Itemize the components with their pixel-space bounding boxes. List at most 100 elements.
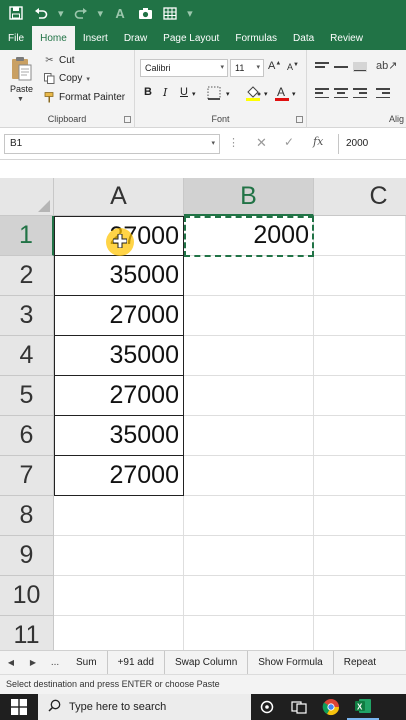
sheet-tab-91-add[interactable]: +91 add: [108, 650, 165, 675]
paste-button[interactable]: Paste: [10, 84, 33, 94]
cell-a2[interactable]: 35000: [54, 256, 184, 296]
cell-a6[interactable]: 35000: [54, 416, 184, 456]
sheet-tab-show-formula[interactable]: Show Formula: [248, 650, 334, 675]
align-center-icon[interactable]: [334, 88, 348, 98]
next-sheet-icon[interactable]: ▶: [22, 658, 44, 667]
taskbar-search-box[interactable]: Type here to search: [38, 694, 251, 720]
formula-input[interactable]: 2000: [338, 134, 406, 154]
cell-a7[interactable]: 27000: [54, 456, 184, 496]
paste-icon[interactable]: [10, 56, 32, 82]
cell-b9[interactable]: [184, 536, 314, 576]
enter-icon[interactable]: ✓: [284, 135, 294, 149]
sheet-tab-swap-column[interactable]: Swap Column: [165, 650, 249, 675]
tab-review[interactable]: Review: [322, 26, 371, 50]
align-middle-icon[interactable]: [334, 62, 348, 72]
more-sheets-button[interactable]: ...: [44, 657, 66, 668]
row-header-1[interactable]: 1: [0, 216, 54, 256]
cell-a5[interactable]: 27000: [54, 376, 184, 416]
undo-icon[interactable]: [33, 5, 49, 21]
cell-c8[interactable]: [314, 496, 406, 536]
format-painter-button[interactable]: Format Painter: [44, 92, 125, 103]
column-header-c[interactable]: C: [314, 178, 406, 216]
cell-c5[interactable]: [314, 376, 406, 416]
chrome-icon[interactable]: [315, 694, 347, 720]
font-size-select[interactable]: 11 ▾: [230, 59, 264, 77]
row-header-8[interactable]: 8: [0, 496, 54, 536]
cell-b8[interactable]: [184, 496, 314, 536]
task-view-icon[interactable]: [251, 694, 283, 720]
cell-c7[interactable]: [314, 456, 406, 496]
tab-page-layout[interactable]: Page Layout: [155, 26, 227, 50]
excel-taskbar-icon[interactable]: X: [347, 694, 379, 720]
increase-font-size-icon[interactable]: A▲: [268, 60, 281, 72]
align-left-icon[interactable]: [315, 88, 329, 98]
tab-insert[interactable]: Insert: [75, 26, 116, 50]
row-header-2[interactable]: 2: [0, 256, 54, 296]
cell-c9[interactable]: [314, 536, 406, 576]
font-color-dropdown-icon[interactable]: ▾: [292, 90, 296, 98]
redo-dropdown-icon[interactable]: ▾: [98, 7, 104, 20]
cell-a8[interactable]: [54, 496, 184, 536]
table-icon[interactable]: [162, 5, 178, 21]
cell-b10[interactable]: [184, 576, 314, 616]
name-box[interactable]: B1 ▾: [4, 134, 220, 154]
tab-draw[interactable]: Draw: [116, 26, 155, 50]
redo-icon[interactable]: [73, 5, 89, 21]
cell-b2[interactable]: [184, 256, 314, 296]
formula-bar-grip-icon[interactable]: ⋮: [228, 136, 240, 149]
camera-icon[interactable]: [137, 5, 153, 21]
cell-a9[interactable]: [54, 536, 184, 576]
align-right-icon[interactable]: [353, 88, 367, 98]
row-header-5[interactable]: 5: [0, 376, 54, 416]
windows-start-icon[interactable]: [0, 694, 38, 720]
row-header-11[interactable]: 11: [0, 616, 54, 650]
fill-color-icon[interactable]: [244, 84, 262, 102]
row-header-9[interactable]: 9: [0, 536, 54, 576]
decrease-font-size-icon[interactable]: A▼: [287, 62, 299, 72]
cut-button[interactable]: ✂ Cut: [44, 55, 74, 66]
bold-button[interactable]: B: [144, 86, 152, 98]
cell-a4[interactable]: 35000: [54, 336, 184, 376]
cell-b6[interactable]: [184, 416, 314, 456]
cell-a3[interactable]: 27000: [54, 296, 184, 336]
align-bottom-icon[interactable]: [353, 62, 367, 72]
row-header-4[interactable]: 4: [0, 336, 54, 376]
font-name-select[interactable]: Calibri ▾: [140, 59, 228, 77]
select-all-button[interactable]: [0, 178, 54, 216]
font-color-a-icon[interactable]: A: [112, 5, 128, 21]
save-icon[interactable]: [8, 5, 24, 21]
prev-sheet-icon[interactable]: ◀: [0, 658, 22, 667]
cell-a10[interactable]: [54, 576, 184, 616]
cell-b11[interactable]: [184, 616, 314, 650]
cell-c10[interactable]: [314, 576, 406, 616]
paste-dropdown-icon[interactable]: ▼: [17, 96, 24, 103]
row-header-6[interactable]: 6: [0, 416, 54, 456]
cell-b4[interactable]: [184, 336, 314, 376]
cell-c6[interactable]: [314, 416, 406, 456]
tab-home[interactable]: Home: [32, 26, 75, 50]
copy-dropdown-icon[interactable]: ▾: [86, 75, 90, 83]
cell-b5[interactable]: [184, 376, 314, 416]
tab-file[interactable]: File: [0, 26, 32, 50]
task-switcher-icon[interactable]: [283, 694, 315, 720]
font-color-icon[interactable]: A: [274, 84, 290, 102]
insert-function-button[interactable]: fx: [313, 135, 323, 148]
cell-c3[interactable]: [314, 296, 406, 336]
underline-dropdown-icon[interactable]: ▾: [192, 90, 196, 98]
tab-data[interactable]: Data: [285, 26, 322, 50]
fill-color-dropdown-icon[interactable]: ▾: [264, 90, 268, 98]
font-launcher-icon[interactable]: [296, 116, 303, 123]
cell-c4[interactable]: [314, 336, 406, 376]
column-header-b[interactable]: B: [184, 178, 314, 216]
customize-qat-icon[interactable]: ▾: [187, 7, 193, 20]
column-header-a[interactable]: A: [54, 178, 184, 216]
align-top-icon[interactable]: [315, 62, 329, 72]
copy-button[interactable]: Copy ▾: [44, 73, 90, 84]
cell-b7[interactable]: [184, 456, 314, 496]
cell-c2[interactable]: [314, 256, 406, 296]
cell-a11[interactable]: [54, 616, 184, 650]
cancel-icon[interactable]: ✕: [256, 135, 267, 151]
worksheet-grid[interactable]: A B C 1 2 3 4 5 6 7 8 9 10 11 27000 3500…: [0, 178, 406, 650]
underline-button[interactable]: U: [180, 86, 188, 98]
clipboard-launcher-icon[interactable]: [124, 116, 131, 123]
